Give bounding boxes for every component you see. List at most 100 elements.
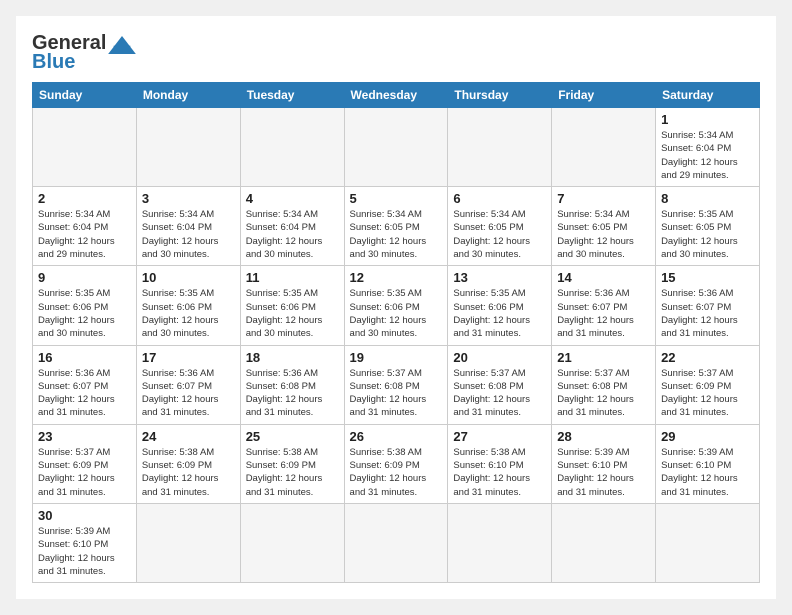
day-cell: 16Sunrise: 5:36 AMSunset: 6:07 PMDayligh… [33, 345, 137, 424]
day-info: Sunrise: 5:39 AMSunset: 6:10 PMDaylight:… [38, 525, 131, 578]
day-cell [656, 503, 760, 582]
day-cell [552, 503, 656, 582]
day-cell: 23 Sunrise: 5:37 AMSunset: 6:09 PMDayligh… [33, 424, 137, 503]
day-cell: 18 Sunrise: 5:36 AMSunset: 6:08 PMDayligh… [240, 345, 344, 424]
day-number: 23 [38, 429, 131, 444]
day-info: Sunrise: 5:35 AMSunset: 6:06 PMDaylight:… [142, 287, 235, 340]
weekday-friday: Friday [552, 83, 656, 108]
day-info: Sunrise: 5:36 AMSunset: 6:07 PMDaylight:… [38, 367, 131, 420]
day-cell: 14 Sunrise: 5:36 AMSunset: 6:07 PMDayligh… [552, 266, 656, 345]
day-cell [344, 108, 448, 187]
week-row-5: 30 Sunrise: 5:39 AMSunset: 6:10 PMDayligh… [33, 503, 760, 582]
day-info: Sunrise: 5:34 AMSunset: 6:04 PMDaylight:… [661, 129, 754, 182]
day-cell: 22 Sunrise: 5:37 AMSunset: 6:09 PMDayligh… [656, 345, 760, 424]
day-number: 11 [246, 270, 339, 285]
day-number: 29 [661, 429, 754, 444]
day-info: Sunrise: 5:34 AMSunset: 6:05 PMDaylight:… [350, 208, 443, 261]
day-info: Sunrise: 5:36 AMSunset: 6:07 PMDaylight:… [557, 287, 650, 340]
header: General Blue [32, 32, 760, 74]
day-info: Sunrise: 5:39 AMSunset: 6:10 PMDaylight:… [661, 446, 754, 499]
day-number: 9 [38, 270, 131, 285]
day-number: 26 [350, 429, 443, 444]
day-cell: 21Sunrise: 5:37 AMSunset: 6:08 PMDayligh… [552, 345, 656, 424]
day-cell: 8 Sunrise: 5:35 AMSunset: 6:05 PMDaylight… [656, 187, 760, 266]
day-number: 7 [557, 191, 650, 206]
day-info: Sunrise: 5:35 AMSunset: 6:06 PMDaylight:… [38, 287, 131, 340]
day-cell [448, 108, 552, 187]
day-number: 8 [661, 191, 754, 206]
day-info: Sunrise: 5:38 AMSunset: 6:09 PMDaylight:… [246, 446, 339, 499]
day-info: Sunrise: 5:34 AMSunset: 6:05 PMDaylight:… [453, 208, 546, 261]
day-number: 13 [453, 270, 546, 285]
day-cell: 17 Sunrise: 5:36 AMSunset: 6:07 PMDayligh… [136, 345, 240, 424]
day-number: 15 [661, 270, 754, 285]
logo-blue-icon [108, 36, 136, 54]
day-info: Sunrise: 5:36 AMSunset: 6:08 PMDaylight:… [246, 367, 339, 420]
day-cell: 20 Sunrise: 5:37 AMSunset: 6:08 PMDayligh… [448, 345, 552, 424]
day-info: Sunrise: 5:37 AMSunset: 6:09 PMDaylight:… [38, 446, 131, 499]
day-number: 2 [38, 191, 131, 206]
day-number: 20 [453, 350, 546, 365]
day-cell: 2 Sunrise: 5:34 AMSunset: 6:04 PMDaylight… [33, 187, 137, 266]
day-info: Sunrise: 5:38 AMSunset: 6:10 PMDaylight:… [453, 446, 546, 499]
calendar-page: General Blue SundayMondayTuesdayWednesda… [16, 16, 776, 599]
day-cell: 26 Sunrise: 5:38 AMSunset: 6:09 PMDayligh… [344, 424, 448, 503]
day-cell: 19 Sunrise: 5:37 AMSunset: 6:08 PMDayligh… [344, 345, 448, 424]
day-number: 30 [38, 508, 131, 523]
logo-blue-text: Blue [32, 51, 75, 74]
day-number: 6 [453, 191, 546, 206]
day-info: Sunrise: 5:35 AMSunset: 6:05 PMDaylight:… [661, 208, 754, 261]
day-info: Sunrise: 5:34 AMSunset: 6:04 PMDaylight:… [38, 208, 131, 261]
day-cell: 25 Sunrise: 5:38 AMSunset: 6:09 PMDayligh… [240, 424, 344, 503]
day-info: Sunrise: 5:37 AMSunset: 6:08 PMDaylight:… [350, 367, 443, 420]
day-cell [240, 108, 344, 187]
day-cell: 27Sunrise: 5:38 AMSunset: 6:10 PMDayligh… [448, 424, 552, 503]
day-number: 10 [142, 270, 235, 285]
day-number: 18 [246, 350, 339, 365]
day-info: Sunrise: 5:37 AMSunset: 6:08 PMDaylight:… [453, 367, 546, 420]
day-cell [136, 503, 240, 582]
day-number: 1 [661, 112, 754, 127]
day-info: Sunrise: 5:38 AMSunset: 6:09 PMDaylight:… [142, 446, 235, 499]
day-info: Sunrise: 5:36 AMSunset: 6:07 PMDaylight:… [142, 367, 235, 420]
day-cell: 6 Sunrise: 5:34 AMSunset: 6:05 PMDaylight… [448, 187, 552, 266]
day-cell: 24 Sunrise: 5:38 AMSunset: 6:09 PMDayligh… [136, 424, 240, 503]
day-cell: 28Sunrise: 5:39 AMSunset: 6:10 PMDayligh… [552, 424, 656, 503]
day-number: 17 [142, 350, 235, 365]
day-info: Sunrise: 5:35 AMSunset: 6:06 PMDaylight:… [350, 287, 443, 340]
weekday-monday: Monday [136, 83, 240, 108]
day-cell [448, 503, 552, 582]
day-cell: 10 Sunrise: 5:35 AMSunset: 6:06 PMDayligh… [136, 266, 240, 345]
week-row-3: 16Sunrise: 5:36 AMSunset: 6:07 PMDayligh… [33, 345, 760, 424]
day-number: 28 [557, 429, 650, 444]
day-info: Sunrise: 5:34 AMSunset: 6:04 PMDaylight:… [142, 208, 235, 261]
week-row-4: 23 Sunrise: 5:37 AMSunset: 6:09 PMDayligh… [33, 424, 760, 503]
calendar-table: SundayMondayTuesdayWednesdayThursdayFrid… [32, 82, 760, 583]
weekday-wednesday: Wednesday [344, 83, 448, 108]
day-number: 19 [350, 350, 443, 365]
day-info: Sunrise: 5:37 AMSunset: 6:09 PMDaylight:… [661, 367, 754, 420]
day-number: 22 [661, 350, 754, 365]
day-cell: 5 Sunrise: 5:34 AMSunset: 6:05 PMDaylight… [344, 187, 448, 266]
day-cell: 13Sunrise: 5:35 AMSunset: 6:06 PMDayligh… [448, 266, 552, 345]
day-number: 5 [350, 191, 443, 206]
day-cell: 7Sunrise: 5:34 AMSunset: 6:05 PMDaylight… [552, 187, 656, 266]
day-cell: 15Sunrise: 5:36 AMSunset: 6:07 PMDayligh… [656, 266, 760, 345]
day-number: 14 [557, 270, 650, 285]
weekday-saturday: Saturday [656, 83, 760, 108]
day-cell: 11 Sunrise: 5:35 AMSunset: 6:06 PMDayligh… [240, 266, 344, 345]
weekday-tuesday: Tuesday [240, 83, 344, 108]
week-row-0: 1 Sunrise: 5:34 AMSunset: 6:04 PMDaylight… [33, 108, 760, 187]
day-cell: 30 Sunrise: 5:39 AMSunset: 6:10 PMDayligh… [33, 503, 137, 582]
day-cell [344, 503, 448, 582]
day-number: 25 [246, 429, 339, 444]
day-number: 24 [142, 429, 235, 444]
week-row-1: 2 Sunrise: 5:34 AMSunset: 6:04 PMDaylight… [33, 187, 760, 266]
weekday-header-row: SundayMondayTuesdayWednesdayThursdayFrid… [33, 83, 760, 108]
day-info: Sunrise: 5:38 AMSunset: 6:09 PMDaylight:… [350, 446, 443, 499]
day-number: 12 [350, 270, 443, 285]
day-info: Sunrise: 5:35 AMSunset: 6:06 PMDaylight:… [246, 287, 339, 340]
logo: General Blue [32, 32, 136, 74]
day-cell: 29 Sunrise: 5:39 AMSunset: 6:10 PMDayligh… [656, 424, 760, 503]
day-number: 4 [246, 191, 339, 206]
